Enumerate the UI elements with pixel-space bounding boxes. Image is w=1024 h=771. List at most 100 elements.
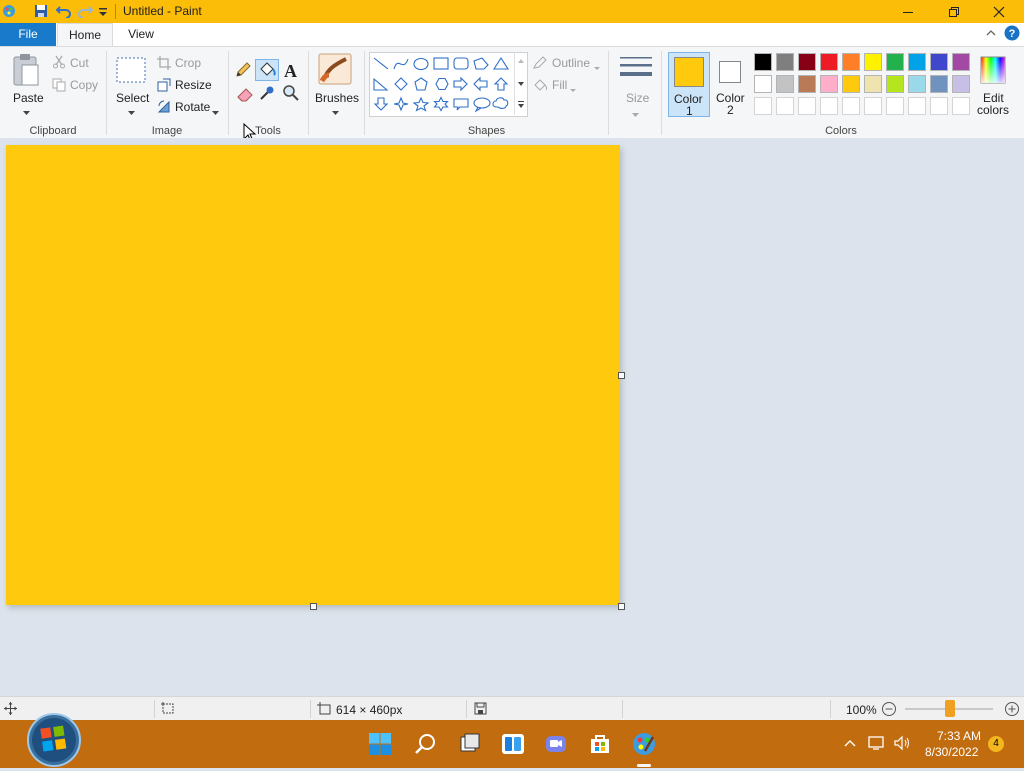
palette-swatch[interactable] [886, 53, 904, 71]
palette-swatch[interactable] [864, 53, 882, 71]
fill-tool-icon[interactable] [255, 59, 279, 81]
network-icon[interactable] [868, 735, 886, 754]
customize-quick-access-icon[interactable] [98, 4, 112, 18]
close-button[interactable] [976, 0, 1022, 23]
palette-swatch[interactable] [842, 97, 860, 115]
text-tool-icon[interactable]: A [284, 61, 297, 82]
shapes-scroll[interactable] [514, 52, 527, 115]
paste-dropdown-icon[interactable] [23, 105, 30, 119]
edit-colors-button[interactable]: Edit colors [976, 52, 1010, 117]
palette-swatch[interactable] [842, 75, 860, 93]
rotate-dropdown-icon[interactable] [212, 105, 219, 119]
volume-icon[interactable] [893, 735, 911, 754]
palette-swatch[interactable] [798, 53, 816, 71]
zoom-in-icon[interactable] [1004, 701, 1020, 720]
tab-file[interactable]: File [0, 23, 56, 46]
palette-swatch[interactable] [930, 75, 948, 93]
palette-swatch[interactable] [776, 75, 794, 93]
canvas-resize-handle-corner[interactable] [618, 603, 625, 610]
cut-button[interactable]: Cut [70, 56, 89, 70]
drawing-canvas[interactable] [6, 145, 620, 605]
magnifier-tool-icon[interactable] [282, 84, 300, 105]
paste-button[interactable]: Paste [13, 91, 44, 105]
palette-swatch[interactable] [798, 75, 816, 93]
fill-dropdown-icon[interactable] [570, 82, 576, 96]
palette-swatch[interactable] [842, 53, 860, 71]
pencil-tool-icon[interactable] [233, 60, 253, 80]
minimize-button[interactable] [885, 0, 931, 23]
palette-swatch[interactable] [754, 97, 772, 115]
save-icon[interactable] [34, 4, 48, 18]
paste-icon[interactable] [12, 53, 40, 90]
palette-swatch[interactable] [798, 97, 816, 115]
brushes-dropdown-icon[interactable] [332, 105, 339, 119]
copy-button[interactable]: Copy [70, 78, 98, 92]
palette-swatch[interactable] [820, 53, 838, 71]
color-picker-tool-icon[interactable] [258, 84, 276, 105]
copy-icon[interactable] [52, 78, 66, 95]
crop-button[interactable]: Crop [175, 56, 201, 70]
outline-icon[interactable] [532, 56, 548, 73]
restore-button[interactable] [931, 0, 977, 23]
teams-chat-icon[interactable] [542, 730, 570, 758]
rotate-icon[interactable] [157, 100, 171, 117]
palette-swatch[interactable] [952, 53, 970, 71]
collapse-ribbon-icon[interactable] [985, 27, 997, 42]
palette-swatch[interactable] [754, 75, 772, 93]
eraser-tool-icon[interactable] [235, 83, 255, 106]
zoom-out-icon[interactable] [881, 701, 897, 720]
palette-swatch[interactable] [886, 75, 904, 93]
microsoft-store-icon[interactable] [586, 730, 614, 758]
palette-swatch[interactable] [930, 53, 948, 71]
palette-swatch[interactable] [886, 97, 904, 115]
canvas-resize-handle-bottom[interactable] [310, 603, 317, 610]
palette-swatch[interactable] [754, 53, 772, 71]
redo-icon[interactable] [77, 4, 94, 19]
outline-button[interactable]: Outline [552, 56, 590, 70]
select-button[interactable]: Select [116, 91, 149, 105]
undo-icon[interactable] [55, 4, 71, 19]
zoom-slider-thumb[interactable] [945, 700, 955, 717]
paint-taskbar-icon[interactable] [630, 730, 658, 758]
fill-button[interactable]: Fill [552, 78, 567, 92]
resize-button[interactable]: Resize [175, 78, 212, 92]
clock-time[interactable]: 7:33 AM [937, 729, 981, 743]
tab-view[interactable]: View [118, 23, 164, 46]
palette-swatch[interactable] [776, 53, 794, 71]
paint-app-icon[interactable] [2, 4, 16, 18]
show-hidden-icons-icon[interactable] [843, 737, 857, 754]
help-icon[interactable]: ? [1004, 25, 1020, 44]
color1-button[interactable]: Color 1 [668, 52, 710, 118]
select-dropdown-icon[interactable] [128, 105, 135, 119]
rotate-button[interactable]: Rotate [175, 100, 210, 114]
size-dropdown-icon[interactable] [632, 107, 639, 121]
color2-button[interactable]: Color 2 [712, 52, 750, 117]
palette-swatch[interactable] [864, 97, 882, 115]
task-view-icon[interactable] [456, 730, 484, 758]
brushes-icon[interactable] [318, 53, 352, 88]
start-orb-icon[interactable] [26, 712, 82, 771]
size-icon[interactable] [619, 55, 653, 88]
brushes-button[interactable]: Brushes [315, 91, 359, 105]
palette-swatch[interactable] [908, 97, 926, 115]
clock-date[interactable]: 8/30/2022 [925, 745, 978, 759]
resize-icon[interactable] [157, 78, 171, 95]
palette-swatch[interactable] [820, 97, 838, 115]
search-icon[interactable] [411, 730, 439, 758]
select-icon[interactable] [116, 57, 146, 86]
palette-swatch[interactable] [930, 97, 948, 115]
palette-swatch[interactable] [864, 75, 882, 93]
widgets-icon[interactable] [499, 730, 527, 758]
size-button[interactable]: Size [626, 91, 649, 105]
notification-badge[interactable]: 4 [988, 736, 1004, 752]
palette-swatch[interactable] [952, 75, 970, 93]
palette-swatch[interactable] [776, 97, 794, 115]
fill-icon[interactable] [532, 78, 548, 95]
palette-swatch[interactable] [820, 75, 838, 93]
palette-swatch[interactable] [908, 53, 926, 71]
palette-swatch[interactable] [952, 97, 970, 115]
windows-start-icon[interactable] [366, 730, 394, 758]
palette-swatch[interactable] [908, 75, 926, 93]
tab-home[interactable]: Home [57, 23, 113, 47]
crop-icon[interactable] [157, 56, 171, 73]
